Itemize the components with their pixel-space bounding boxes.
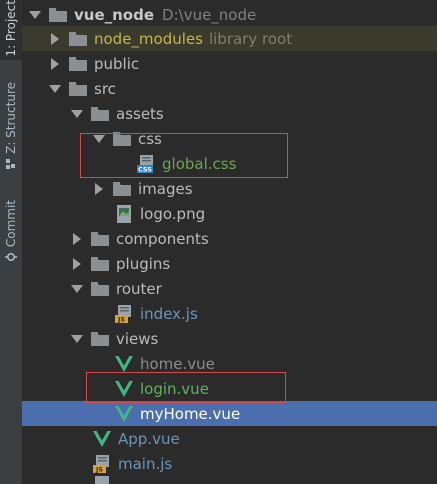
vue-icon: [114, 405, 134, 423]
vue-icon: [114, 355, 134, 373]
image-file-icon: [114, 204, 134, 223]
tab-commit[interactable]: Commit: [0, 200, 22, 276]
tree-row-partial: [24, 476, 437, 484]
tree-row-views[interactable]: views: [24, 326, 437, 351]
library-root-hint: library root: [208, 29, 293, 48]
tab-commit-label: Commit: [4, 200, 18, 248]
tree-row-app-vue[interactable]: App.vue: [24, 426, 437, 451]
tree-row-router[interactable]: router: [24, 276, 437, 301]
vue-icon: [92, 430, 112, 448]
tree-label-views: views: [116, 329, 159, 348]
tree-row-root[interactable]: vue_node D:\vue_node: [24, 2, 437, 27]
chevron-down-icon[interactable]: [70, 107, 84, 121]
tree-label-router: router: [116, 279, 162, 298]
chevron-down-icon[interactable]: [28, 8, 42, 22]
folder-icon: [90, 255, 110, 273]
js-file-icon: JS: [114, 304, 134, 323]
tree-row-main-js[interactable]: JS main.js: [24, 451, 437, 476]
tree-label-components: components: [116, 229, 209, 248]
tree-row-node-modules[interactable]: node_modules library root: [22, 26, 437, 51]
chevron-down-icon[interactable]: [48, 82, 62, 96]
tree-row-components[interactable]: components: [24, 226, 437, 251]
tab-structure[interactable]: Z: Structure: [0, 82, 22, 178]
tab-structure-label: Z: Structure: [4, 82, 18, 154]
structure-icon: [6, 158, 15, 169]
folder-icon: [90, 330, 110, 348]
chevron-right-icon[interactable]: [48, 57, 62, 71]
tool-window-strip: 1: Project Z: Structure Commit: [0, 0, 23, 484]
tree-row-images[interactable]: images: [24, 176, 437, 201]
tree-label-public: public: [94, 54, 140, 73]
tree-label-main-js: main.js: [118, 454, 173, 473]
chevron-down-icon[interactable]: [70, 282, 84, 296]
tree-label-logo-png: logo.png: [140, 204, 206, 223]
tree-row-logo-png[interactable]: logo.png: [24, 201, 437, 226]
chevron-right-icon[interactable]: [70, 257, 84, 271]
highlight-box-css: [80, 133, 288, 178]
tree-row-src[interactable]: src: [24, 76, 437, 101]
tree-label-node-modules: node_modules: [94, 29, 203, 48]
tree-label-images: images: [138, 179, 193, 198]
chevron-right-icon[interactable]: [48, 32, 62, 46]
tree-label-root: vue_node: [74, 5, 155, 24]
tree-row-index-js[interactable]: JS index.js: [24, 301, 437, 326]
chevron-right-icon[interactable]: [92, 182, 106, 196]
tree-label-plugins: plugins: [116, 254, 171, 273]
folder-icon: [90, 230, 110, 248]
file-icon: [92, 476, 112, 484]
commit-icon: [5, 253, 17, 262]
svg-text:JS: JS: [95, 465, 103, 473]
tree-label-assets: assets: [116, 104, 164, 123]
tree-label-src: src: [94, 79, 116, 98]
chevron-down-icon[interactable]: [70, 332, 84, 346]
tree-root-path: D:\vue_node: [162, 5, 257, 24]
folder-icon: [68, 55, 88, 73]
tree-row-public[interactable]: public: [24, 51, 437, 76]
project-tree: vue_node D:\vue_node node_modules librar…: [22, 0, 437, 484]
svg-text:JS: JS: [117, 315, 125, 323]
tab-project[interactable]: 1: Project: [0, 0, 22, 60]
folder-icon: [90, 105, 110, 123]
tree-row-plugins[interactable]: plugins: [24, 251, 437, 276]
tree-label-app-vue: App.vue: [118, 429, 180, 448]
folder-icon: [48, 6, 68, 24]
folder-icon: [112, 180, 132, 198]
tab-project-label: 1: Project: [4, 0, 18, 57]
folder-icon: [68, 80, 88, 98]
folder-icon: [68, 30, 88, 48]
ide-window: 1: Project Z: Structure Commit vue_node …: [0, 0, 437, 484]
tree-row-assets[interactable]: assets: [24, 101, 437, 126]
folder-icon: [90, 280, 110, 298]
tree-label-index-js: index.js: [140, 304, 198, 323]
tree-row-myhome-vue[interactable]: myHome.vue: [22, 401, 437, 426]
chevron-right-icon[interactable]: [70, 232, 84, 246]
highlight-box-login: [86, 372, 286, 403]
tree-label-myhome-vue: myHome.vue: [140, 404, 241, 423]
js-file-icon: JS: [92, 454, 112, 473]
tree-label-home-vue: home.vue: [140, 354, 215, 373]
